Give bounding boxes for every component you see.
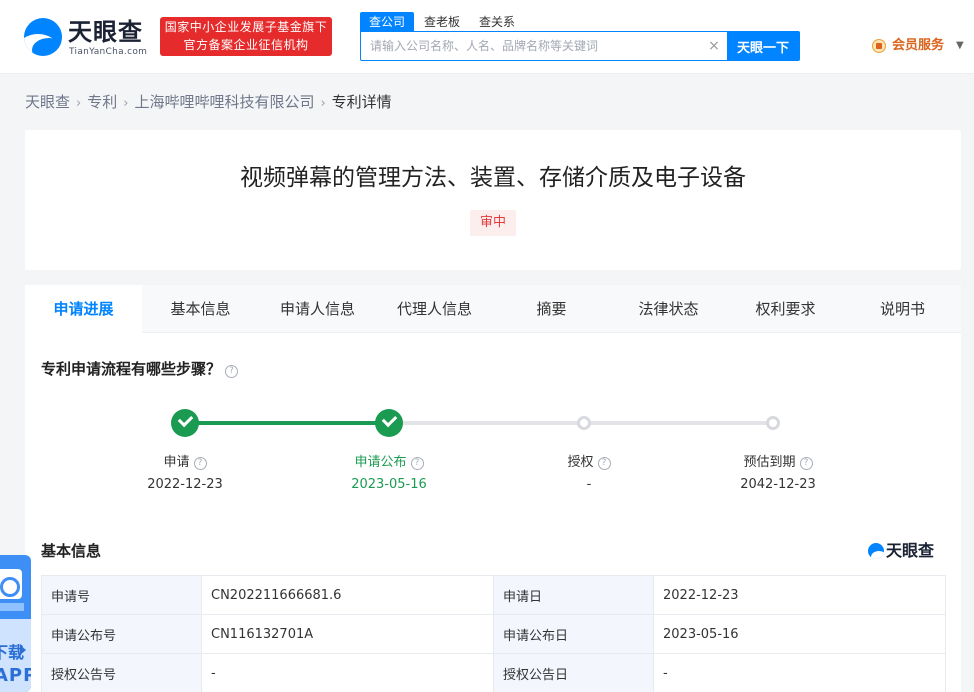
basic-info-table: 申请号 CN202211666681.6 申请日 2022-12-23 申请公布… xyxy=(41,575,946,692)
progress-title-text: 专利申请流程有哪些步骤？ xyxy=(41,360,222,378)
logo-name: 天眼查 xyxy=(68,18,143,46)
step-name: 预估到期? xyxy=(698,453,858,473)
breadcrumb-home[interactable]: 天眼查 xyxy=(25,93,70,111)
crown-icon xyxy=(872,39,886,53)
tab-legal-status[interactable]: 法律状态 xyxy=(610,285,727,333)
breadcrumb: 天眼查 › 专利 › 上海哔哩哔哩科技有限公司 › 专利详情 xyxy=(25,92,392,112)
help-icon[interactable]: ? xyxy=(193,457,207,470)
top-header: 天眼查 TianYanCha.com 国家中小企业发展子基金旗下 官方备案企业征… xyxy=(0,0,974,74)
logo-domain: TianYanCha.com xyxy=(69,47,148,57)
search-tab-boss[interactable]: 查老板 xyxy=(424,12,460,32)
step-name: 申请? xyxy=(105,453,265,473)
app-download-float[interactable]: 下载 APP xyxy=(0,555,31,692)
breadcrumb-current: 专利详情 xyxy=(331,93,392,111)
gov-badge: 国家中小企业发展子基金旗下 官方备案企业征信机构 xyxy=(160,17,332,56)
progress-step: 授权? - xyxy=(509,453,669,495)
promo-divider xyxy=(0,603,24,611)
search-box: × 天眼一下 xyxy=(360,31,800,61)
help-icon[interactable]: ? xyxy=(225,365,239,378)
step-pending-dot-icon xyxy=(766,416,780,430)
step-date: 2023-05-16 xyxy=(351,477,427,492)
breadcrumb-patent[interactable]: 专利 xyxy=(87,93,117,111)
table-key: 申请公布号 xyxy=(41,614,202,654)
tab-abstract[interactable]: 摘要 xyxy=(493,285,610,333)
tab-progress[interactable]: 申请进展 xyxy=(25,285,142,333)
gov-badge-line1: 国家中小企业发展子基金旗下 xyxy=(164,20,328,34)
table-key: 授权公告日 xyxy=(493,653,654,692)
help-icon[interactable]: ? xyxy=(410,457,424,470)
play-arrow-icon xyxy=(20,645,26,655)
site-logo[interactable]: 天眼查 TianYanCha.com xyxy=(24,18,154,58)
tab-applicant[interactable]: 申请人信息 xyxy=(259,285,376,333)
table-value: CN202211666681.6 xyxy=(201,575,494,615)
logo-eye-icon xyxy=(868,543,884,559)
progress-title: 专利申请流程有哪些步骤？? xyxy=(41,359,239,379)
table-value: - xyxy=(201,653,494,692)
basic-info-title: 基本信息 xyxy=(41,542,102,560)
table-value: - xyxy=(653,653,946,692)
status-badge: 审中 xyxy=(470,210,516,236)
help-icon[interactable]: ? xyxy=(799,457,813,470)
breadcrumb-separator: › xyxy=(320,96,326,111)
progress-step: 申请? 2022-12-23 xyxy=(105,453,265,495)
table-key: 授权公告号 xyxy=(41,653,202,692)
search-tab-relation[interactable]: 查关系 xyxy=(479,12,515,32)
table-row: 申请号 CN202211666681.6 申请日 2022-12-23 xyxy=(41,575,946,615)
progress-step: 预估到期? 2042-12-23 xyxy=(698,453,858,495)
table-value: CN116132701A xyxy=(201,614,494,654)
tab-description[interactable]: 说明书 xyxy=(844,285,961,333)
step-date: 2042-12-23 xyxy=(740,477,816,492)
patent-title-card: 视频弹幕的管理方法、装置、存储介质及电子设备 审中 xyxy=(25,130,961,270)
help-icon[interactable]: ? xyxy=(597,457,611,470)
table-row: 授权公告号 - 授权公告日 - xyxy=(41,653,946,692)
breadcrumb-company[interactable]: 上海哔哩哔哩科技有限公司 xyxy=(134,93,314,111)
table-key: 申请日 xyxy=(493,575,654,615)
app-logo-icon xyxy=(0,569,22,599)
table-key: 申请公布日 xyxy=(493,614,654,654)
step-date: - xyxy=(586,477,592,492)
step-done-check-icon xyxy=(375,409,403,437)
step-pending-dot-icon xyxy=(577,416,591,430)
table-row: 申请公布号 CN116132701A 申请公布日 2023-05-16 xyxy=(41,614,946,654)
member-service-label: 会员服务 xyxy=(892,38,945,53)
search-tab-company[interactable]: 查公司 xyxy=(360,12,415,32)
watermark-text: 天眼查 xyxy=(886,541,935,560)
step-name: 授权? xyxy=(509,453,669,473)
patent-detail-card: 申请进展 基本信息 申请人信息 代理人信息 摘要 法律状态 权利要求 说明书 专… xyxy=(25,285,961,692)
clear-icon[interactable]: × xyxy=(707,38,721,54)
patent-title: 视频弹幕的管理方法、装置、存储介质及电子设备 xyxy=(240,165,746,191)
tab-agent[interactable]: 代理人信息 xyxy=(376,285,493,333)
step-name: 申请公布? xyxy=(309,453,469,473)
app-promo-line2: APP xyxy=(0,665,31,686)
table-key: 申请号 xyxy=(41,575,202,615)
step-date: 2022-12-23 xyxy=(147,477,223,492)
step-done-check-icon xyxy=(171,409,199,437)
tab-claims[interactable]: 权利要求 xyxy=(727,285,844,333)
search-input[interactable] xyxy=(361,32,721,60)
progress-track-done xyxy=(185,421,389,425)
tab-basic-info[interactable]: 基本信息 xyxy=(142,285,259,333)
logo-eye-icon xyxy=(24,18,62,56)
detail-tabs: 申请进展 基本信息 申请人信息 代理人信息 摘要 法律状态 权利要求 说明书 xyxy=(25,285,961,333)
breadcrumb-separator: › xyxy=(76,96,82,111)
table-value: 2023-05-16 xyxy=(653,614,946,654)
search-button[interactable]: 天眼一下 xyxy=(727,32,799,60)
progress-step: 申请公布? 2023-05-16 xyxy=(309,453,469,495)
breadcrumb-separator: › xyxy=(123,96,129,111)
chevron-down-icon: ▼ xyxy=(956,40,964,51)
table-value: 2022-12-23 xyxy=(653,575,946,615)
gov-badge-line2: 官方备案企业征信机构 xyxy=(183,38,309,52)
